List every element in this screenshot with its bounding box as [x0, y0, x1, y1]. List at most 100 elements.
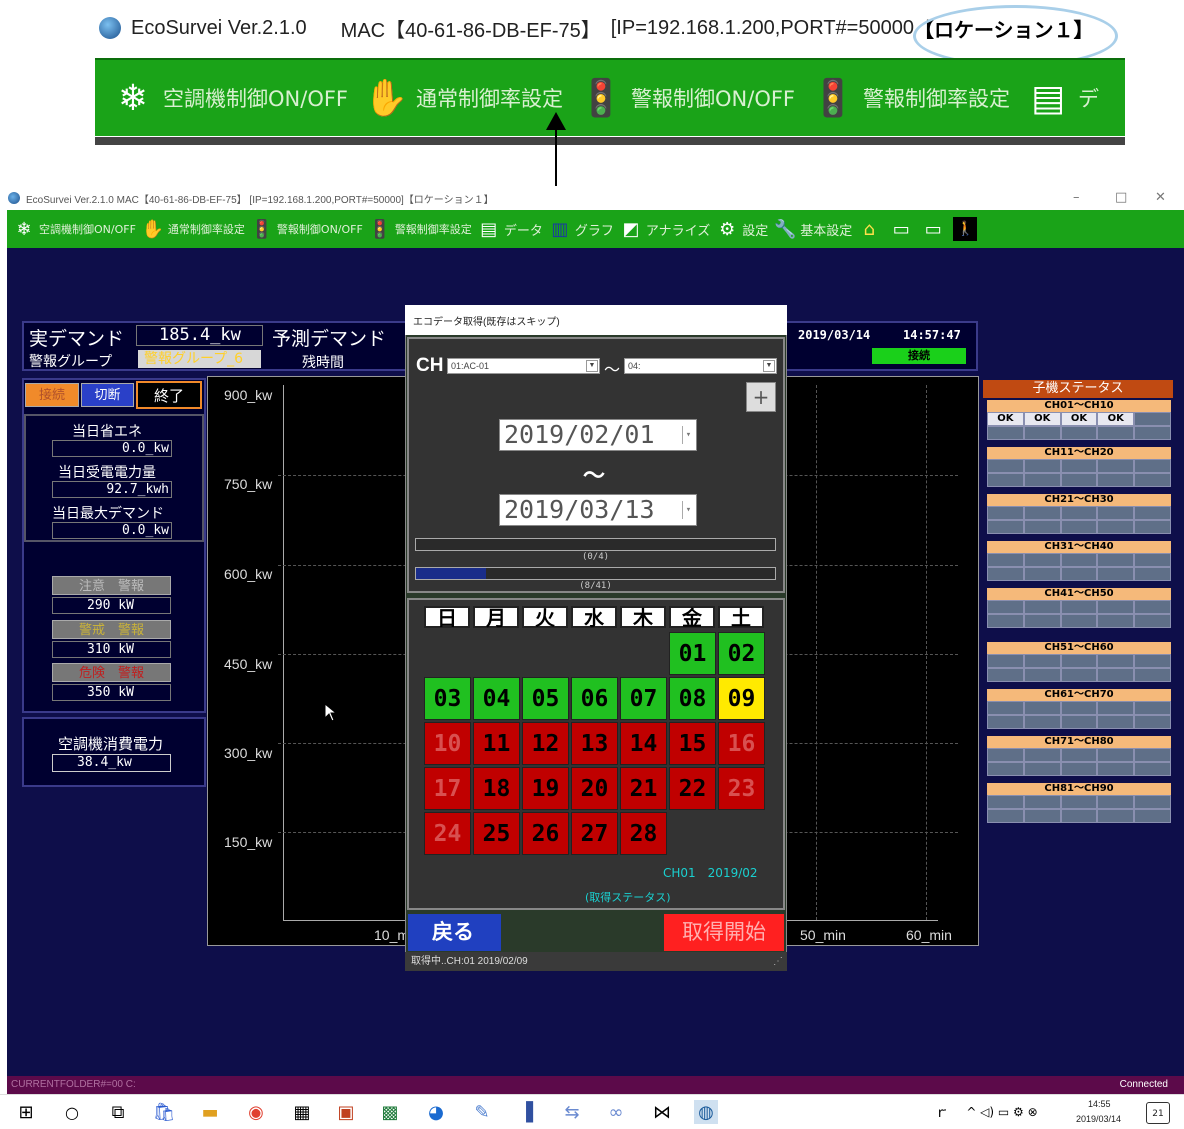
date-from-picker[interactable]: 2019/02/01 ▾	[499, 419, 697, 451]
ch-to-select[interactable]: 04: ▼	[624, 358, 777, 374]
zoom-menu-data: ▤ デ	[1024, 74, 1099, 122]
traffic-light-icon: 🚦	[250, 218, 274, 240]
back-button[interactable]: 戻る	[408, 914, 501, 951]
calendar-day[interactable]: 05	[522, 677, 569, 720]
calendar-day[interactable]: 23	[718, 767, 765, 810]
status-cell	[987, 459, 1024, 473]
maximize-button[interactable]: □	[1115, 190, 1127, 205]
status-row	[987, 520, 1171, 534]
status-cell	[987, 553, 1024, 567]
menu-normal-rate[interactable]: ✋ 通常制御率設定	[141, 217, 245, 241]
status-cell	[987, 809, 1024, 823]
status-group-6: CH51～CH60	[987, 642, 1171, 682]
ecosurvei-taskbar-icon[interactable]: ◍	[694, 1100, 718, 1124]
minimize-button[interactable]: –	[1073, 190, 1080, 205]
task-view-icon[interactable]: ⧉	[106, 1100, 130, 1124]
home-button[interactable]: ⌂	[857, 217, 884, 241]
status-cell	[1097, 426, 1135, 440]
search-icon[interactable]: ○	[60, 1100, 84, 1124]
transfer-icon[interactable]: ⇆	[560, 1100, 584, 1124]
calendar-day[interactable]: 28	[620, 812, 667, 855]
menu-ac-onoff[interactable]: ❄ 空調機制御ON/OFF	[12, 217, 135, 241]
status-bar: CURRENTFOLDER#=00 C: Connected	[7, 1076, 1184, 1094]
status-cell	[1097, 506, 1135, 520]
calendar-day[interactable]: 09	[718, 677, 765, 720]
calendar-day[interactable]: 01	[669, 632, 716, 675]
exit-button[interactable]: 🚶	[953, 217, 980, 241]
status-cell	[1023, 614, 1061, 628]
traffic-light-icon: 🚦	[578, 78, 624, 119]
calendar-day[interactable]: 24	[424, 812, 471, 855]
network-error-icon: ▭	[924, 218, 942, 240]
daily-max-value: 0.0_kw	[52, 522, 172, 539]
notification-badge[interactable]: 21	[1146, 1102, 1170, 1124]
calendar-day[interactable]: 14	[620, 722, 667, 765]
status-row	[987, 701, 1171, 715]
calendar-day[interactable]: 17	[424, 767, 471, 810]
network-app-icon[interactable]: ◕	[424, 1100, 448, 1124]
windows-start-icon[interactable]: ⊞	[14, 1100, 38, 1124]
chrome-icon[interactable]: ◉	[244, 1100, 268, 1124]
menu-alarm-rate[interactable]: 🚦 警報制御率設定	[368, 217, 472, 241]
date-to-picker[interactable]: 2019/03/13 ▾	[499, 494, 697, 526]
exit-app-button[interactable]: 終了	[136, 381, 202, 409]
menu-analyze[interactable]: ◩ アナライズ	[619, 217, 710, 241]
snowflake-icon: ❄	[16, 218, 32, 240]
calendar-day[interactable]: 04	[473, 677, 520, 720]
network-error-button[interactable]: ▭	[921, 217, 948, 241]
add-button[interactable]: +	[746, 382, 776, 412]
calendar-day[interactable]: 16	[718, 722, 765, 765]
daily-saving-value: 0.0_kw	[52, 440, 172, 457]
calendar-day[interactable]: 03	[424, 677, 471, 720]
link-icon[interactable]: ∞	[604, 1100, 628, 1124]
system-tray-icons[interactable]: ^ ◁) ▭ ⚙ ⊗	[962, 1100, 1042, 1124]
calendar-day[interactable]: 02	[718, 632, 765, 675]
calendar-day[interactable]: 15	[669, 722, 716, 765]
ch-from-select[interactable]: 01:AC-01 ▼	[447, 358, 600, 374]
close-button[interactable]: ✕	[1155, 190, 1166, 205]
calendar-day[interactable]: 10	[424, 722, 471, 765]
calendar-day[interactable]: 21	[620, 767, 667, 810]
document-icon[interactable]: ▐	[514, 1100, 538, 1124]
calendar-day[interactable]: 06	[571, 677, 618, 720]
status-cell	[1134, 614, 1171, 628]
calendar-day[interactable]: 13	[571, 722, 618, 765]
menu-data[interactable]: ▤ データ	[477, 217, 543, 241]
chevron-down-icon: ▾	[682, 501, 694, 519]
tool-icon[interactable]: ✎	[470, 1100, 494, 1124]
calendar-day[interactable]: 22	[669, 767, 716, 810]
calendar-day[interactable]: 27	[571, 812, 618, 855]
start-fetch-button[interactable]: 取得開始	[664, 914, 784, 951]
people-icon[interactable]: ꭈ	[930, 1100, 954, 1124]
status-cell	[1023, 600, 1061, 614]
calendar-day[interactable]: 11	[473, 722, 520, 765]
calendar-day[interactable]: 26	[522, 812, 569, 855]
danger-alarm-label: 危険 警報	[52, 663, 171, 682]
excel-icon[interactable]: ▩	[378, 1100, 402, 1124]
resize-grip-icon[interactable]: ⋰	[773, 952, 783, 971]
calculator-icon[interactable]: ▦	[290, 1100, 314, 1124]
calendar-day[interactable]: 08	[669, 677, 716, 720]
menu-basic-settings[interactable]: 🔧 基本設定	[773, 217, 852, 241]
folder-icon[interactable]: ▬	[198, 1100, 222, 1124]
y-tick-label: 600_kw	[224, 566, 273, 582]
calendar-day[interactable]: 18	[473, 767, 520, 810]
menu-graph[interactable]: ▥ グラフ	[548, 217, 614, 241]
calendar-day[interactable]: 25	[473, 812, 520, 855]
window-titlebar[interactable]: EcoSurvei Ver.2.1.0 MAC【40-61-86-DB-EF-7…	[0, 186, 1184, 210]
network-button[interactable]: ▭	[889, 217, 916, 241]
zoom-app-title: EcoSurvei Ver.2.1.0	[131, 16, 307, 39]
status-group-label: CH31～CH40	[987, 541, 1171, 553]
disconnect-button[interactable]: 切断	[81, 383, 134, 407]
status-row	[987, 748, 1171, 762]
visual-studio-icon[interactable]: ⋈	[650, 1100, 674, 1124]
calendar-day[interactable]: 07	[620, 677, 667, 720]
calendar-day[interactable]: 12	[522, 722, 569, 765]
store-icon[interactable]: 🛍	[152, 1100, 176, 1124]
menu-settings[interactable]: ⚙ 設定	[715, 217, 768, 241]
calendar-day[interactable]: 19	[522, 767, 569, 810]
connect-button[interactable]: 接続	[25, 383, 79, 407]
menu-alarm-onoff[interactable]: 🚦 警報制御ON/OFF	[250, 217, 363, 241]
calendar-day[interactable]: 20	[571, 767, 618, 810]
app-icon[interactable]: ▣	[334, 1100, 358, 1124]
